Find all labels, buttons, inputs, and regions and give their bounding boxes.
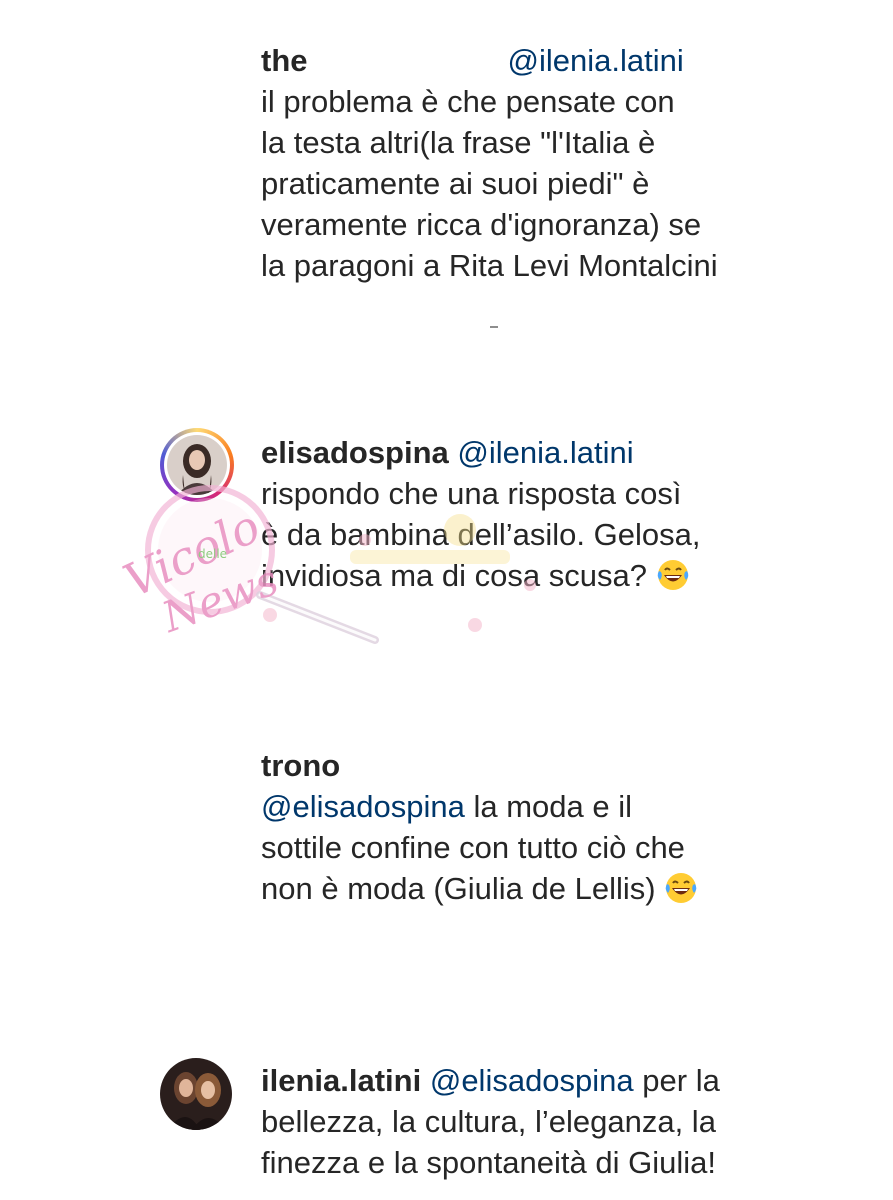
comment-3-username[interactable]: trono bbox=[261, 745, 821, 786]
avatar-photo bbox=[167, 435, 227, 495]
comment-1-text: the @ilenia.latini il problema è che pens… bbox=[261, 40, 821, 286]
comment-4-line-2: bellezza, la cultura, l’eleganza, la bbox=[261, 1104, 716, 1139]
comment-2-mention[interactable]: @ilenia.latini bbox=[457, 435, 633, 470]
laughing-emoji-icon bbox=[656, 558, 690, 592]
comment-2-line-2: è da bambina dell’asilo. Gelosa, bbox=[261, 517, 701, 552]
comment-3-line-2: sottile confine con tutto ciò che bbox=[261, 830, 685, 865]
avatar-photo bbox=[160, 1058, 232, 1130]
comment-4-username[interactable]: ilenia.latini bbox=[261, 1063, 421, 1098]
comment-1-line-4: veramente ricca d'ignoranza) se bbox=[261, 207, 702, 242]
comment-1-line-2: la testa altri(la frase "l'Italia è bbox=[261, 125, 656, 160]
comment-1-mention[interactable]: @ilenia.latini bbox=[508, 43, 684, 78]
comment-2-text: elisadospina @ilenia.latini rispondo che… bbox=[261, 432, 821, 596]
avatar[interactable] bbox=[160, 1058, 232, 1130]
comment-1-line-3: praticamente ai suoi piedi" è bbox=[261, 166, 650, 201]
laughing-emoji-icon bbox=[664, 871, 698, 905]
svg-text:delle: delle bbox=[198, 547, 227, 561]
comment-3-line-1: la moda e il bbox=[473, 789, 632, 824]
comment-3-line-3: non è moda (Giulia de Lellis) bbox=[261, 871, 656, 906]
comment-1-line-5: la paragoni a Rita Levi Montalcini bbox=[261, 248, 718, 283]
comment-3-text: trono @elisadospina la moda e il sottile… bbox=[261, 745, 821, 909]
comment-4-text: ilenia.latini @elisadospina per la belle… bbox=[261, 1060, 821, 1183]
comment-4-line-1: per la bbox=[642, 1063, 720, 1098]
comment-1-username[interactable]: the bbox=[261, 43, 308, 78]
comment-1-line-1: il problema è che pensate con bbox=[261, 84, 675, 119]
comment-4-line-3: finezza e la spontaneità di Giulia! bbox=[261, 1145, 716, 1180]
comment-2-line-3: invidiosa ma di cosa scusa? bbox=[261, 558, 647, 593]
comment-3-mention[interactable]: @elisadospina bbox=[261, 789, 465, 824]
comment-4-mention[interactable]: @elisadospina bbox=[430, 1063, 634, 1098]
comment-2-line-1: rispondo che una risposta così bbox=[261, 476, 682, 511]
svg-text:Vicolo: Vicolo bbox=[116, 499, 268, 608]
comment-2-username[interactable]: elisadospina bbox=[261, 435, 449, 470]
divider bbox=[490, 326, 498, 328]
avatar[interactable] bbox=[160, 428, 234, 502]
